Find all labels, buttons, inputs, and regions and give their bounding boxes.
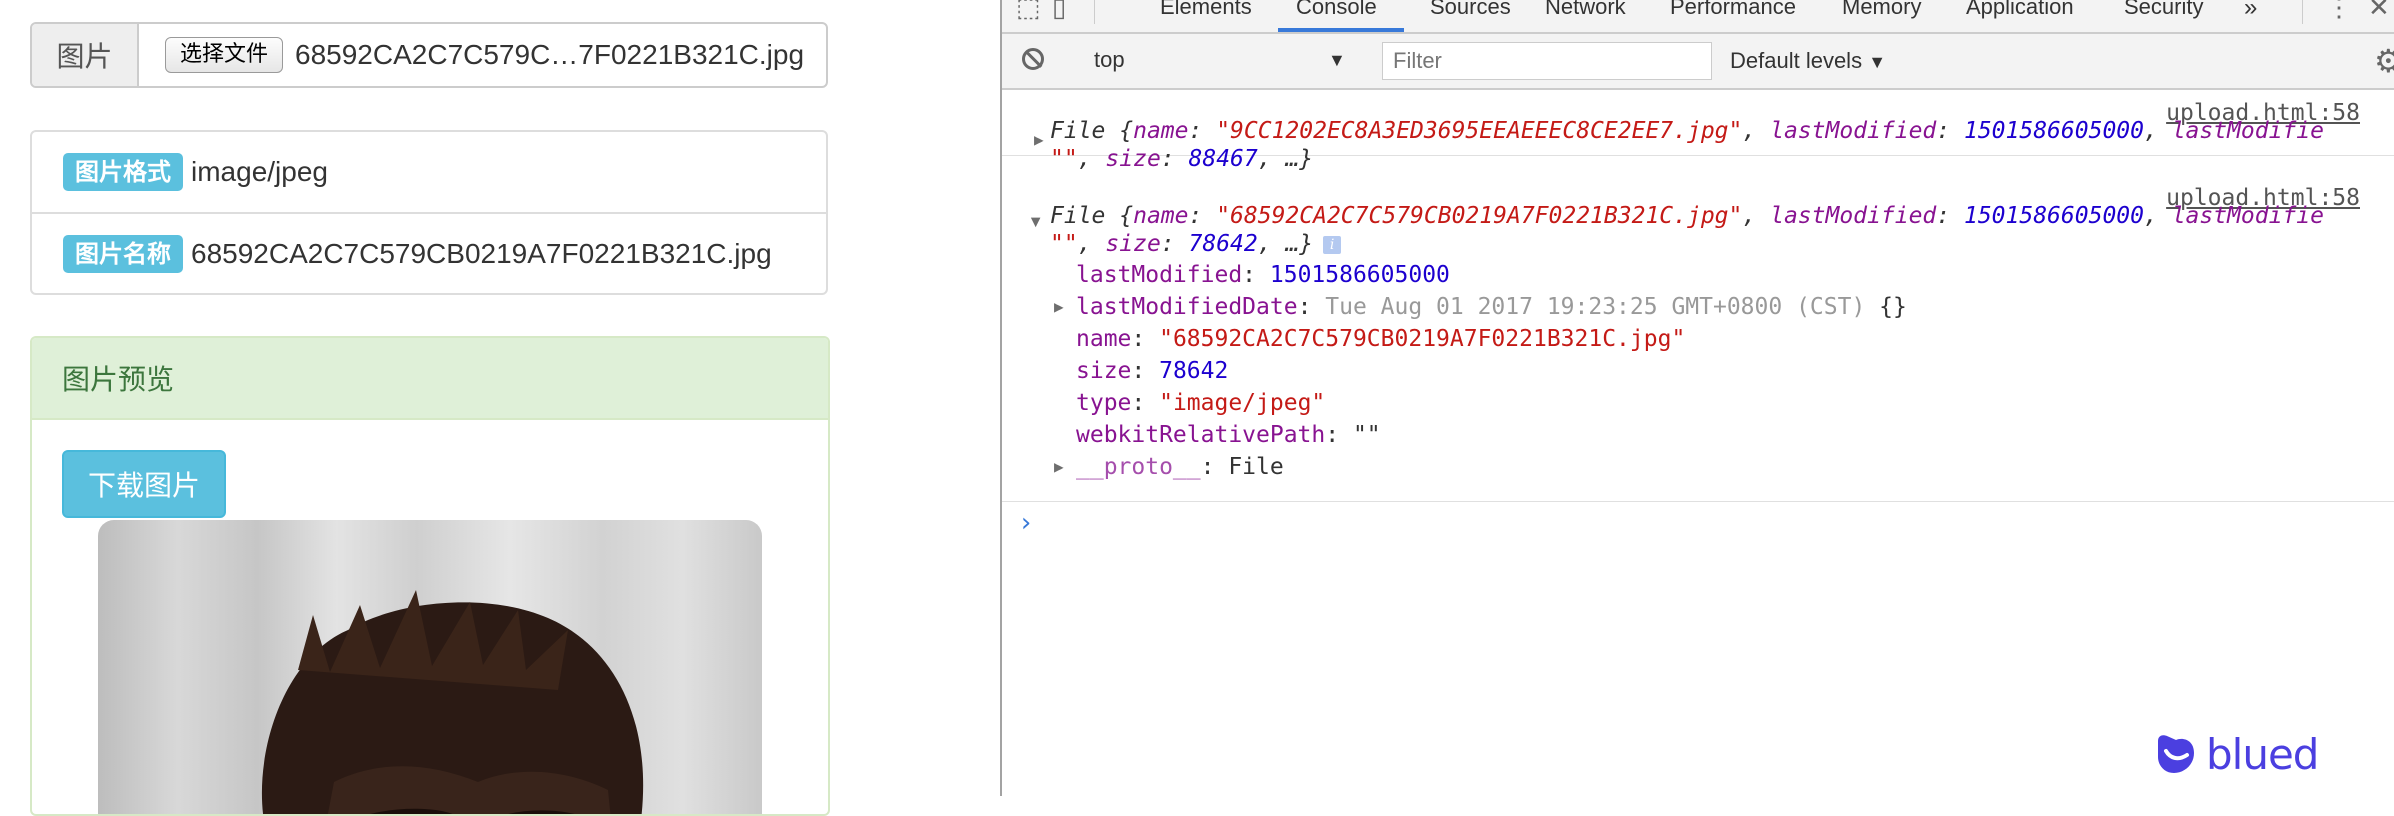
close-devtools-icon[interactable]: ✕ [2368, 0, 2390, 23]
hair-illustration [262, 590, 644, 814]
filter-input[interactable] [1382, 42, 1712, 80]
clear-console-icon[interactable] [1022, 48, 1044, 70]
console-message: upload.html:58 ▶ File {name: "9CC1202EC8… [1002, 90, 2394, 172]
image-info-list: 图片格式 image/jpeg 图片名称 68592CA2C7C579CB021… [30, 130, 828, 295]
device-toolbar-icon[interactable]: ▯ [1052, 0, 1066, 23]
image-preview [98, 520, 762, 814]
file-label: 图片 [32, 24, 139, 86]
tab-memory[interactable]: Memory [1842, 0, 1921, 20]
dropdown-arrow-icon: ▼ [1328, 49, 1346, 70]
object-preview-line-1[interactable]: File {name: "68592CA2C7C579CB0219A7F0221… [1050, 203, 2324, 229]
devtools-tabbar: ⬚ ▯ Elements Console Sources Network Per… [1002, 0, 2394, 34]
object-preview-line-1[interactable]: File {name: "9CC1202EC8A3ED3695EEAEEEC8C… [1050, 118, 2324, 144]
file-input[interactable]: 选择文件 68592CA2C7C579C…7F0221B321C.jpg [139, 24, 826, 86]
property-size: size: 78642 [1076, 358, 1229, 384]
levels-label: Default levels [1730, 48, 1863, 73]
brand-watermark: blued [2152, 730, 2319, 779]
expand-triangle-icon[interactable]: ▶ [1054, 297, 1064, 316]
list-item-format: 图片格式 image/jpeg [32, 132, 826, 212]
active-tab-indicator [1278, 28, 1404, 32]
brand-name: blued [2206, 730, 2319, 779]
console-output: upload.html:58 ▶ File {name: "9CC1202EC8… [1002, 90, 2394, 796]
download-image-button[interactable]: 下载图片 [62, 450, 226, 518]
object-preview-line-2: "", size: 88467, …} [1050, 146, 1314, 172]
levels-dropdown[interactable]: Default levels ▼ [1730, 48, 1886, 74]
name-badge: 图片名称 [63, 234, 183, 273]
more-tabs-icon[interactable]: » [2244, 0, 2257, 22]
tab-elements[interactable]: Elements [1160, 0, 1252, 20]
collapse-triangle-icon[interactable]: ▶ [1027, 218, 1046, 228]
context-select[interactable]: top ▼ [1062, 43, 1352, 77]
name-value: 68592CA2C7C579CB0219A7F0221B321C.jpg [191, 237, 772, 269]
console-message: upload.html:58 ▶ File {name: "68592CA2C7… [1002, 185, 2394, 502]
tab-application[interactable]: Application [1966, 0, 2074, 20]
expand-triangle-icon[interactable]: ▶ [1054, 457, 1064, 476]
blued-logo-icon [2158, 734, 2194, 773]
tab-sources[interactable]: Sources [1430, 0, 1511, 20]
property-webkitrelativepath: webkitRelativePath: "" [1076, 422, 1381, 448]
property-type: type: "image/jpeg" [1076, 390, 1326, 416]
gear-icon[interactable]: ⚙ [2374, 42, 2394, 80]
object-preview-line-2: "", size: 78642, …} i [1050, 231, 1342, 257]
context-value: top [1094, 47, 1125, 72]
tab-network[interactable]: Network [1545, 0, 1626, 20]
inspect-element-icon[interactable]: ⬚ [1016, 0, 1041, 23]
levels-arrow-icon: ▼ [1868, 52, 1887, 72]
list-item-name: 图片名称 68592CA2C7C579CB0219A7F0221B321C.jp… [32, 212, 826, 293]
format-badge: 图片格式 [63, 153, 183, 191]
tab-performance[interactable]: Performance [1670, 0, 1796, 20]
panel-title: 图片预览 [32, 338, 828, 420]
upload-page: 图片 选择文件 68592CA2C7C579C…7F0221B321C.jpg … [0, 0, 1000, 816]
tab-security[interactable]: Security [2124, 0, 2203, 20]
property-proto[interactable]: __proto__: File [1076, 454, 1284, 480]
choose-file-button[interactable]: 选择文件 [165, 37, 284, 73]
property-name: name: "68592CA2C7C579CB0219A7F0221B321C.… [1076, 326, 1686, 352]
property-lastmodifieddate[interactable]: lastModifiedDate: Tue Aug 01 2017 19:23:… [1076, 294, 1907, 320]
tab-console[interactable]: Console [1296, 0, 1377, 20]
console-prompt-icon[interactable]: › [1018, 508, 1034, 538]
format-value: image/jpeg [191, 156, 328, 187]
menu-dots-icon[interactable]: ⋮ [2326, 0, 2352, 23]
info-icon[interactable]: i [1323, 236, 1342, 254]
preview-panel: 图片预览 下载图片 [30, 336, 830, 816]
property-lastmodified: lastModified: 1501586605000 [1076, 262, 1450, 288]
devtools-panel: ⬚ ▯ Elements Console Sources Network Per… [1000, 0, 2394, 796]
console-toolbar: top ▼ Default levels ▼ ⚙ [1002, 34, 2394, 90]
expand-triangle-icon[interactable]: ▶ [1034, 130, 1044, 149]
selected-file-name: 68592CA2C7C579C…7F0221B321C.jpg [295, 39, 805, 70]
file-input-group: 图片 选择文件 68592CA2C7C579C…7F0221B321C.jpg [30, 22, 828, 88]
